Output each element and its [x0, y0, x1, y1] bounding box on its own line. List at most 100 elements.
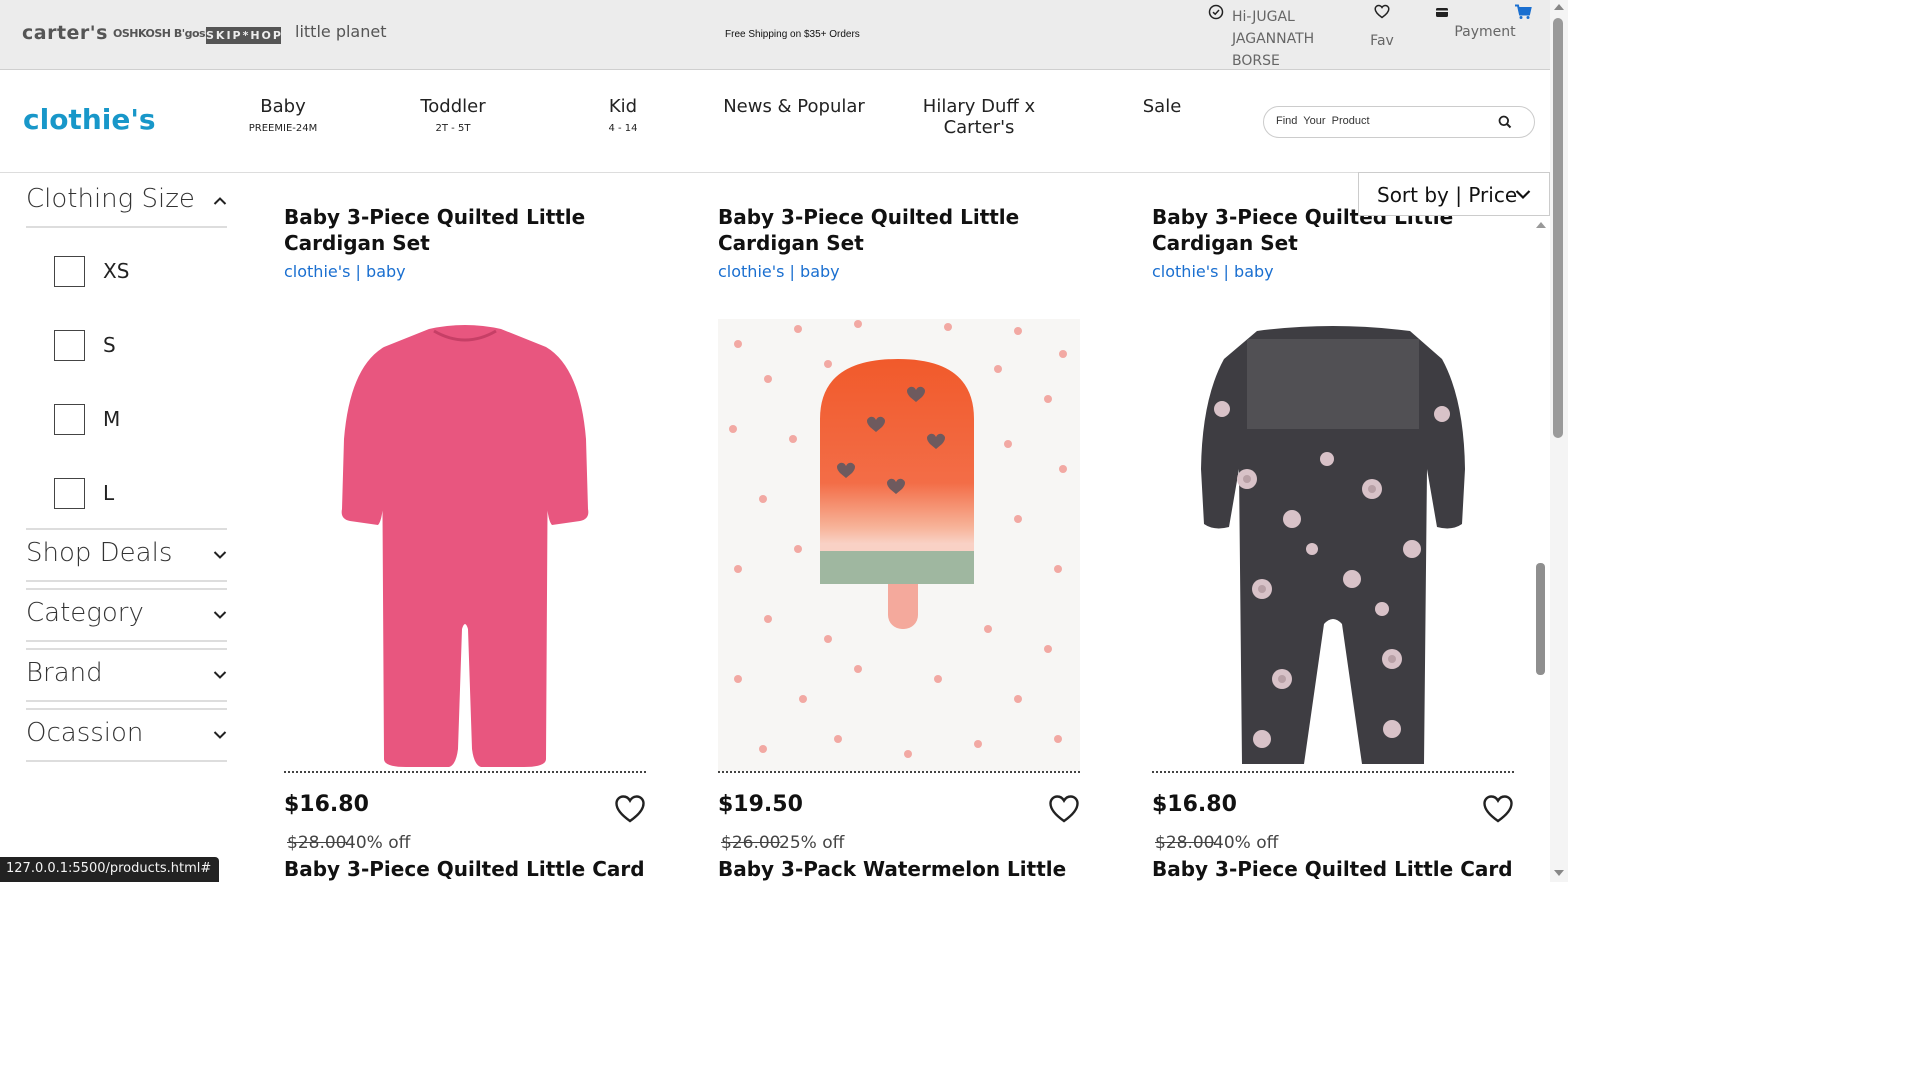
filter-sidebar: Clothing Size XS S M L Shop Deals Catego… [26, 174, 227, 762]
favorites-link[interactable]: Fav [1352, 4, 1412, 49]
chevron-down-icon[interactable] [213, 730, 227, 740]
scroll-down-arrow-icon[interactable] [1554, 870, 1564, 876]
chevron-down-icon[interactable] [213, 670, 227, 680]
original-price: $28.00 [1155, 833, 1215, 853]
brand-title: Brand [26, 658, 103, 688]
size-option-s[interactable]: S [54, 316, 227, 390]
size-checkbox-xs[interactable] [54, 256, 85, 287]
product-brand-link[interactable]: clothie's | baby [718, 262, 840, 281]
brand-oshkosh-logo[interactable]: OSHKOSH B'gosh [113, 27, 213, 40]
previous-product-title[interactable]: Baby 3-Piece Quilted Little Cardigan Set [718, 204, 1080, 256]
product-brand-link[interactable]: clothie's | baby [284, 262, 406, 281]
discount-label: 25% off [779, 833, 845, 853]
size-option-l[interactable]: L [54, 464, 227, 538]
product-price: $16.80 [1152, 792, 1237, 817]
filter-brand[interactable]: Brand [26, 648, 227, 702]
nav-baby[interactable]: Baby PREEMIE-24M [247, 96, 319, 134]
product-card[interactable]: Baby 3-Piece Quilted Little Cardigan Set… [284, 174, 646, 882]
original-price: $26.00 [721, 833, 781, 853]
discount-label: 40% off [345, 833, 411, 853]
product-title[interactable]: Baby 3-Piece Quilted Little Cardigan [1152, 857, 1514, 881]
product-card[interactable]: Baby 3-Piece Quilted Little Cardigan Set… [1152, 174, 1514, 882]
brand-carters-logo[interactable]: carter's [22, 22, 108, 44]
size-options: XS S M L [26, 228, 227, 538]
category-title: Category [26, 598, 144, 628]
size-checkbox-m[interactable] [54, 404, 85, 435]
clothing-size-title: Clothing Size [26, 184, 195, 214]
brand-bar: carter's OSHKOSH B'gosh SKIP*HOP little … [0, 0, 1550, 70]
chevron-up-icon[interactable] [213, 196, 227, 206]
chevron-down-icon [1515, 190, 1531, 200]
filter-shop-deals[interactable]: Shop Deals [26, 528, 227, 582]
free-shipping-banner: Free Shipping on $35+ Orders [725, 29, 860, 40]
brand-littleplanet-logo[interactable]: little planet [295, 22, 386, 41]
size-label-s: S [103, 333, 116, 357]
link-status-bar: 127.0.0.1:5500/products.html# [0, 857, 220, 882]
favorite-heart-icon[interactable] [1048, 794, 1080, 824]
heart-icon [1374, 4, 1390, 19]
clothing-size-header[interactable]: Clothing Size [26, 174, 227, 228]
product-list-scrollbar[interactable] [1535, 220, 1547, 880]
nav-baby-label: Baby [260, 96, 306, 117]
size-option-m[interactable]: M [54, 390, 227, 464]
search-input[interactable] [1276, 115, 1486, 127]
product-divider [1152, 771, 1514, 773]
nav-kid[interactable]: Kid 4 - 14 [598, 96, 648, 134]
size-label-m: M [103, 407, 121, 431]
wallet-icon [1436, 8, 1448, 17]
nav-toddler-label: Toddler [420, 96, 486, 117]
product-price: $16.80 [284, 792, 369, 817]
page-scroll-thumb[interactable] [1553, 18, 1563, 438]
favorite-heart-icon[interactable] [1482, 794, 1514, 824]
nav-sale-label: Sale [1142, 96, 1182, 117]
check-circle-icon [1208, 4, 1224, 20]
nav-toddler[interactable]: Toddler 2T - 5T [413, 96, 493, 134]
nav-toddler-sub: 2T - 5T [435, 123, 471, 134]
product-image-floral-jumpsuit[interactable] [1152, 319, 1514, 771]
sort-dropdown[interactable]: Sort by | Price [1358, 172, 1550, 216]
chevron-down-icon[interactable] [213, 550, 227, 560]
product-card[interactable]: Baby 3-Piece Quilted Little Cardigan Set… [718, 174, 1080, 882]
product-divider [284, 771, 646, 773]
scroll-up-arrow-icon[interactable] [1554, 4, 1564, 10]
nav-news-popular-label: News & Popular [723, 96, 865, 117]
size-option-xs[interactable]: XS [54, 242, 227, 316]
chevron-down-icon[interactable] [213, 610, 227, 620]
nav-hilary-duff[interactable]: Hilary Duff x Carter's [885, 96, 1073, 138]
product-title[interactable]: Baby 3-Piece Quilted Little Cardigan [284, 857, 646, 881]
fav-label: Fav [1370, 33, 1394, 49]
nav-news-popular[interactable]: News & Popular [723, 96, 865, 117]
payment-link[interactable]: Payment [1436, 4, 1532, 40]
main-navigation: clothie's Baby PREEMIE-24M Toddler 2T - … [0, 71, 1550, 173]
payment-label: Payment [1454, 24, 1516, 40]
nav-kid-sub: 4 - 14 [608, 123, 638, 134]
product-divider [718, 771, 1080, 773]
scroll-thumb[interactable] [1536, 563, 1545, 675]
nav-baby-sub: PREEMIE-24M [248, 123, 318, 134]
nav-hilary-duff-label: Hilary Duff x Carter's [922, 96, 1036, 138]
page-scrollbar[interactable] [1550, 0, 1568, 882]
site-logo[interactable]: clothie's [23, 103, 156, 136]
original-price: $28.00 [287, 833, 347, 853]
product-image-pink-romper[interactable] [284, 319, 646, 771]
product-brand-link[interactable]: clothie's | baby [1152, 262, 1274, 281]
filter-category[interactable]: Category [26, 588, 227, 642]
search-icon[interactable] [1498, 115, 1512, 129]
shop-deals-title: Shop Deals [26, 538, 173, 568]
scroll-up-arrow-icon[interactable] [1536, 222, 1546, 228]
product-price: $19.50 [718, 792, 803, 817]
previous-product-title[interactable]: Baby 3-Piece Quilted Little Cardigan Set [284, 204, 646, 256]
size-label-l: L [103, 481, 115, 505]
product-title[interactable]: Baby 3-Pack Watermelon Little [718, 857, 1080, 881]
brand-skiphop-logo[interactable]: SKIP*HOP [206, 27, 281, 44]
product-image-watermelon-popsicle[interactable] [718, 319, 1080, 771]
sort-label: Sort by | Price [1377, 183, 1518, 207]
size-checkbox-l[interactable] [54, 478, 85, 509]
size-checkbox-s[interactable] [54, 330, 85, 361]
nav-sale[interactable]: Sale [1140, 96, 1184, 117]
filter-occasion[interactable]: Ocassion [26, 708, 227, 762]
size-label-xs: XS [103, 259, 130, 283]
favorite-heart-icon[interactable] [614, 794, 646, 824]
nav-kid-label: Kid [608, 96, 638, 117]
user-greeting: Hi-JUGAL JAGANNATH BORSE [1232, 9, 1315, 69]
